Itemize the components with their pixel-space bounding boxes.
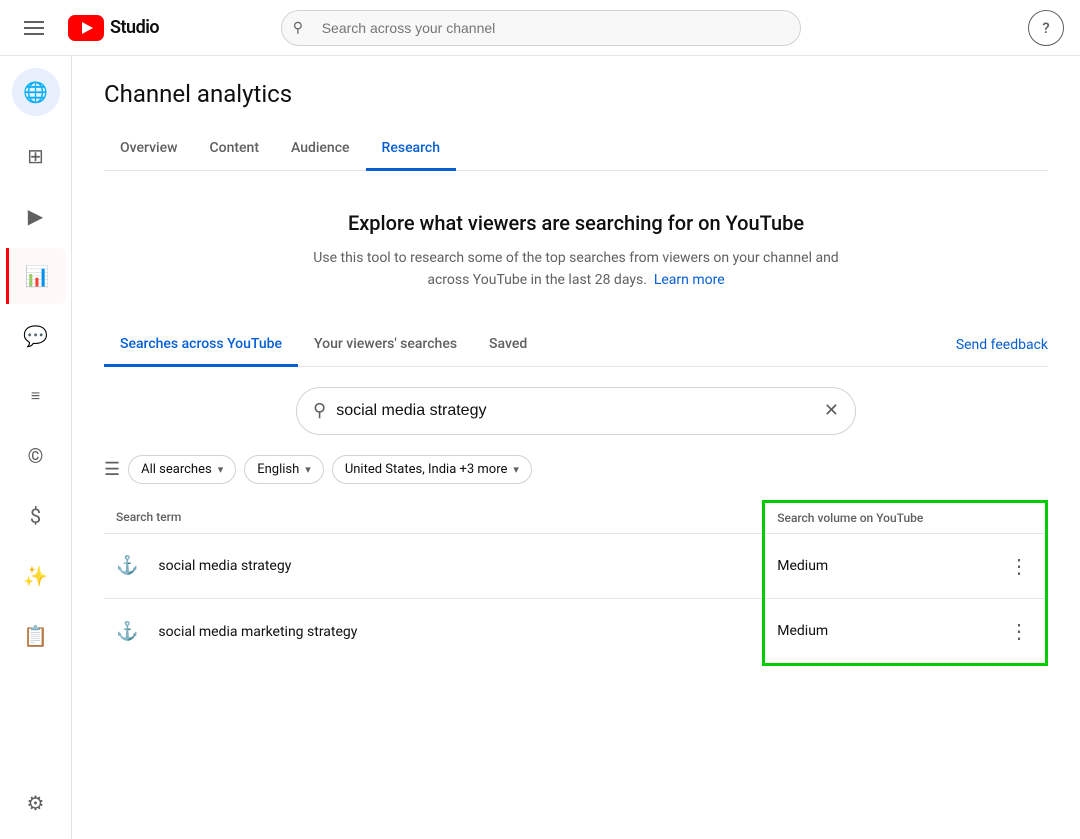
bookmark-button-2[interactable]: ⚓ — [116, 621, 138, 642]
play-icon: ▶ — [28, 204, 43, 228]
library-icon: 📋 — [23, 624, 48, 648]
hero-description: Use this tool to research some of the to… — [306, 247, 846, 292]
chevron-down-icon-2: ▾ — [305, 463, 311, 476]
sidebar-item-videos[interactable]: ▶ — [6, 188, 66, 244]
filters-row: ☰ All searches ▾ English ▾ United States… — [104, 455, 1048, 484]
sidebar-item-customize[interactable]: ✨ — [6, 548, 66, 604]
hero-desc-text: Use this tool to research some of the to… — [313, 250, 838, 288]
table-row: ⚓ social media marketing strategy Medium… — [104, 598, 1047, 664]
search-tab-viewers[interactable]: Your viewers' searches — [298, 324, 473, 367]
search-icon: ⚲ — [293, 20, 303, 36]
tab-research[interactable]: Research — [366, 128, 456, 171]
more-options-button-2[interactable]: ⋮ — [1005, 615, 1033, 647]
sidebar-item-dashboard[interactable]: 🌐 — [12, 68, 60, 116]
sidebar-item-library[interactable]: 📋 — [6, 608, 66, 664]
search-tab-saved[interactable]: Saved — [473, 324, 543, 367]
global-search-input[interactable] — [281, 10, 801, 46]
more-options-button-1[interactable]: ⋮ — [1005, 550, 1033, 582]
filter-language-label: English — [257, 462, 299, 477]
globe-icon: 🌐 — [23, 80, 48, 104]
top-bar: Studio ⚲ ? — [0, 0, 1080, 56]
sidebar-item-subtitles[interactable]: ≡ — [6, 368, 66, 424]
volume-value-1: Medium — [777, 558, 828, 574]
hero-section: Explore what viewers are searching for o… — [104, 171, 1048, 316]
search-term-label-2: social media marketing strategy — [158, 624, 357, 640]
results-table: Search term Search volume on YouTube ⚓ s… — [104, 500, 1048, 666]
search-tabs: Searches across YouTube Your viewers' se… — [104, 324, 1048, 367]
clear-button[interactable]: ✕ — [824, 400, 839, 421]
volume-cell-2: Medium ⋮ — [764, 598, 1047, 664]
col-header-term: Search term — [104, 501, 764, 533]
term-cell-1: ⚓ social media strategy — [104, 533, 764, 598]
tab-content[interactable]: Content — [193, 128, 275, 171]
help-button[interactable]: ? — [1028, 10, 1064, 46]
settings-icon: ⚙ — [27, 791, 45, 815]
sidebar-item-content[interactable]: ⊞ — [6, 128, 66, 184]
volume-value-2: Medium — [777, 623, 828, 639]
chevron-down-icon: ▾ — [218, 463, 224, 476]
earn-icon: $ — [30, 504, 41, 528]
filter-all-searches-label: All searches — [141, 462, 212, 477]
hero-title: Explore what viewers are searching for o… — [124, 211, 1028, 235]
logo[interactable]: Studio — [68, 15, 159, 41]
page-title: Channel analytics — [104, 80, 1048, 108]
volume-cell-1: Medium ⋮ — [764, 533, 1047, 598]
subtitles-icon: ≡ — [31, 386, 40, 406]
sidebar-item-earn[interactable]: $ — [6, 488, 66, 544]
table-row: ⚓ social media strategy Medium ⋮ — [104, 533, 1047, 598]
send-feedback-link[interactable]: Send feedback — [956, 325, 1048, 365]
filter-location[interactable]: United States, India +3 more ▾ — [332, 455, 532, 484]
filter-all-searches[interactable]: All searches ▾ — [128, 455, 236, 484]
studio-label: Studio — [110, 17, 159, 38]
tab-overview[interactable]: Overview — [104, 128, 193, 171]
term-cell-2: ⚓ social media marketing strategy — [104, 598, 764, 664]
search-term-label-1: social media strategy — [158, 558, 291, 574]
search-tab-youtube[interactable]: Searches across YouTube — [104, 324, 298, 367]
search-input-wrap: ⚲ ✕ — [296, 387, 856, 435]
col-header-volume: Search volume on YouTube — [764, 501, 1047, 533]
sidebar: 🌐 ⊞ ▶ 📊 💬 ≡ © $ ✨ — [0, 56, 72, 839]
filter-location-label: United States, India +3 more — [345, 462, 508, 477]
sidebar-item-settings[interactable]: ⚙ — [6, 775, 66, 831]
comments-icon: 💬 — [23, 324, 48, 348]
main-content: Channel analytics Overview Content Audie… — [72, 56, 1080, 839]
analytics-icon: 📊 — [25, 264, 50, 288]
sidebar-item-copyright[interactable]: © — [6, 428, 66, 484]
filter-icon: ☰ — [104, 459, 120, 480]
chevron-down-icon-3: ▾ — [513, 463, 519, 476]
grid-icon: ⊞ — [27, 144, 44, 168]
youtube-logo-icon — [68, 15, 104, 41]
global-search: ⚲ — [281, 10, 801, 46]
bookmark-button-1[interactable]: ⚓ — [116, 555, 138, 576]
sidebar-item-analytics[interactable]: 📊 — [6, 248, 66, 304]
filter-language[interactable]: English ▾ — [244, 455, 324, 484]
main-tabs: Overview Content Audience Research — [104, 128, 1048, 171]
learn-more-link[interactable]: Learn more — [654, 272, 725, 288]
sidebar-item-comments[interactable]: 💬 — [6, 308, 66, 364]
search-input[interactable] — [336, 402, 814, 420]
search-input-icon: ⚲ — [313, 400, 326, 421]
copyright-icon: © — [28, 444, 44, 468]
hamburger-button[interactable] — [16, 13, 52, 43]
customize-icon: ✨ — [23, 564, 48, 588]
tab-audience[interactable]: Audience — [275, 128, 366, 171]
